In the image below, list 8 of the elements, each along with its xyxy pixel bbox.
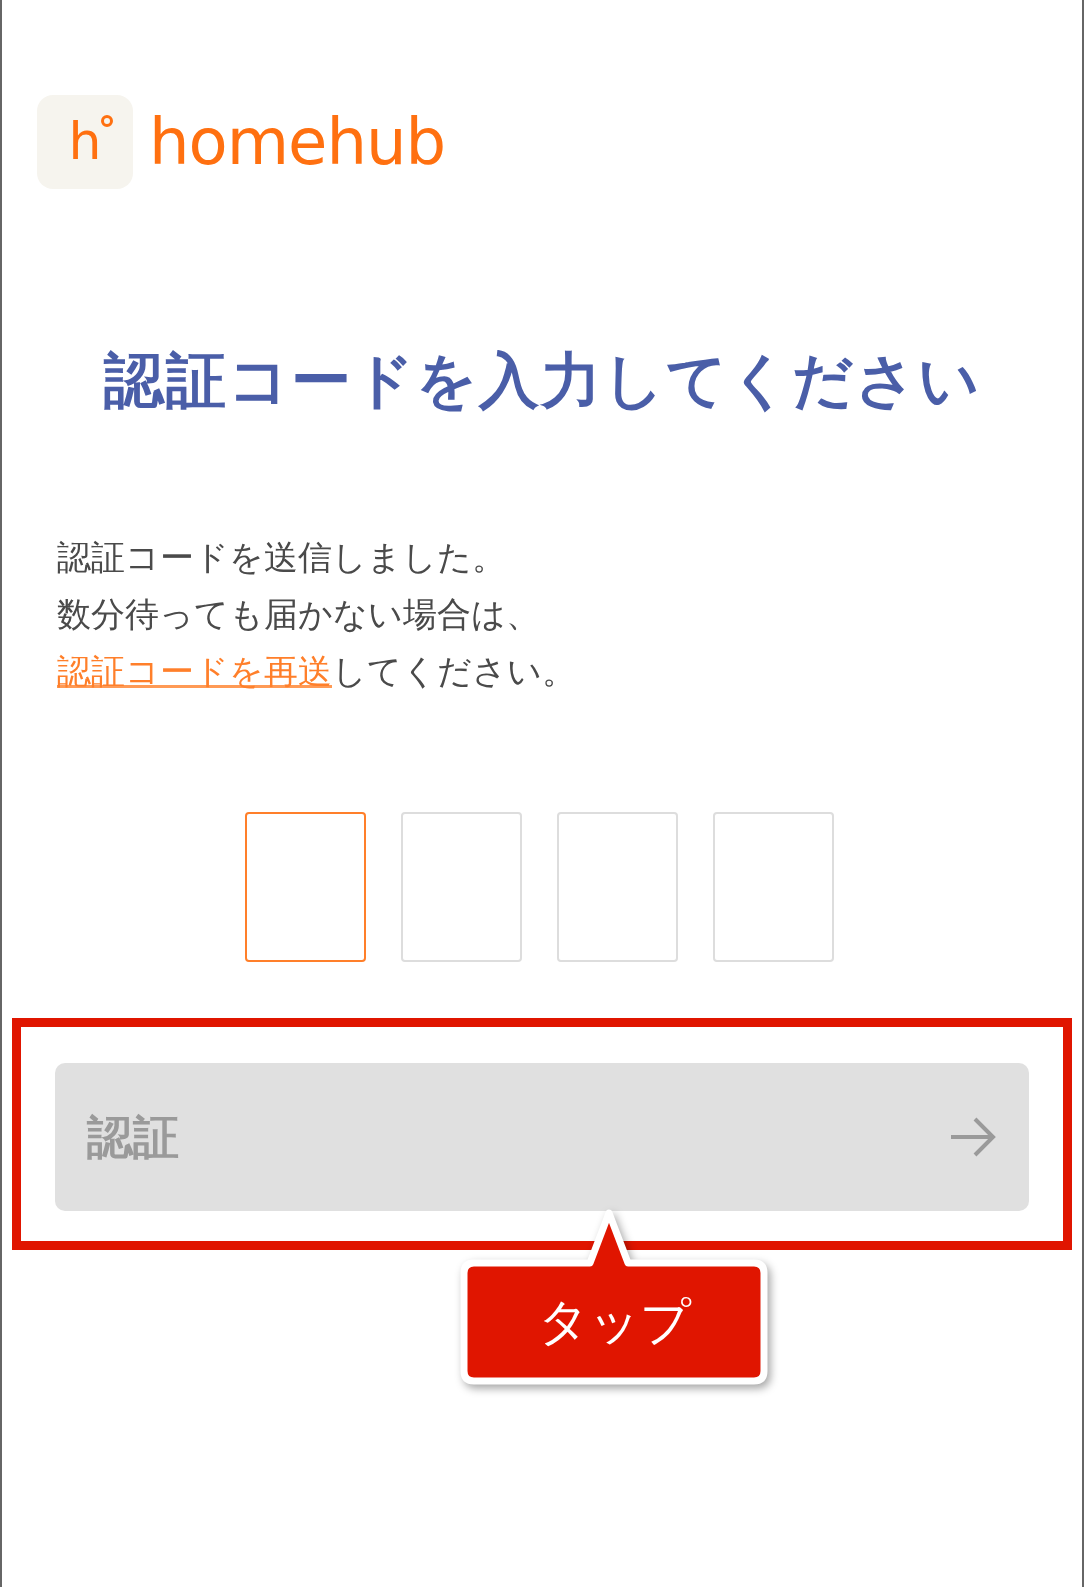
message-text: 認証コードを送信しました。 数分待っても届かない場合は、 認証コードを再送 してください。 bbox=[57, 537, 577, 692]
code-input[interactable] bbox=[244, 812, 366, 962]
logo-mark: h bbox=[37, 95, 133, 189]
page-title: 認証コードを入力してください bbox=[102, 351, 982, 411]
logo-text: homehub bbox=[149, 110, 446, 174]
resend-link[interactable]: 認証コードを再送 bbox=[57, 652, 332, 690]
arrow-right-icon bbox=[949, 1115, 997, 1159]
callout-label: タップ bbox=[537, 1297, 691, 1347]
